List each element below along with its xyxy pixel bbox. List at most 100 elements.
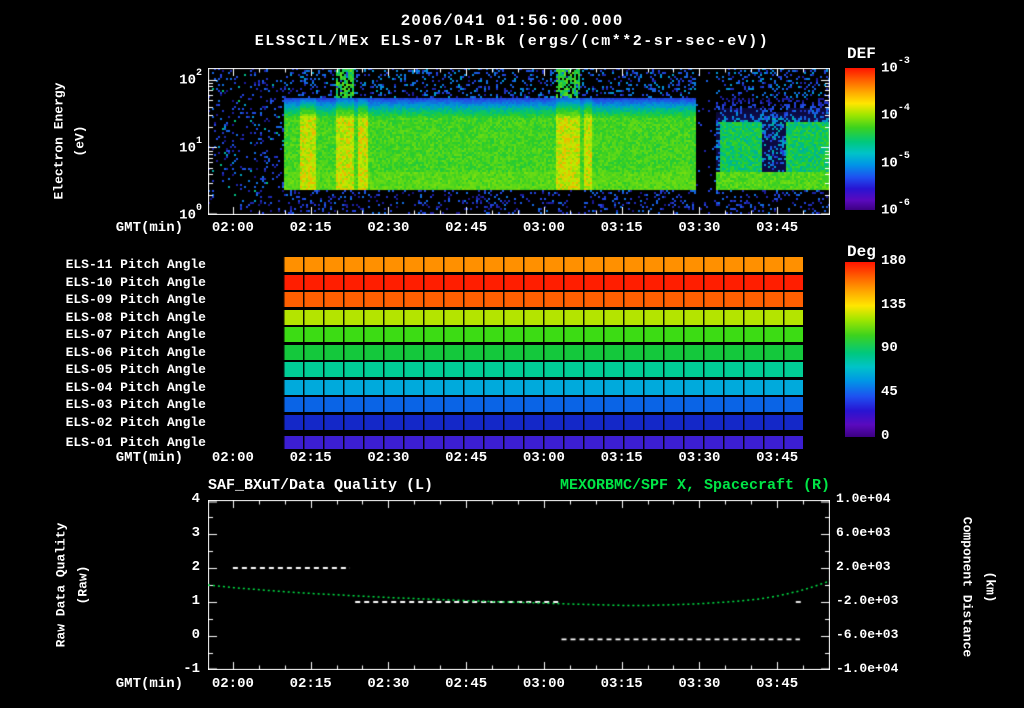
time-tick-label: 03:30 [678, 220, 721, 236]
deg-colorbar-tick: 180 [881, 253, 907, 269]
time-tick-label: 02:00 [211, 450, 254, 466]
pitch-row-bar [283, 379, 804, 395]
deg-colorbar [845, 262, 875, 437]
time-tick-label: 03:00 [522, 450, 565, 466]
time-tick-label: 02:45 [445, 220, 488, 236]
page-title: 2006/041 01:56:00.000 [400, 12, 624, 30]
pitch-row-bar [283, 274, 804, 290]
time-tick-label: 03:00 [522, 676, 565, 692]
time-tick-label: 02:45 [445, 676, 488, 692]
bottom-title-right: MEXORBMC/SPF X, Spacecraft (R) [559, 477, 830, 494]
pitch-row-bar [283, 435, 804, 449]
energy-tick: 102 [150, 68, 202, 89]
tick-exp: 0 [195, 203, 202, 214]
els-quicklook-page: 2006/041 01:56:00.000 ELSSCIL/MEx ELS-07… [0, 0, 1024, 708]
time-tick-label: 03:45 [756, 220, 799, 236]
pitch-row-bar [283, 292, 804, 307]
pitch-row-bar [283, 257, 804, 272]
def-colorbar-title: DEF [847, 45, 876, 63]
time-tick-label: 02:00 [211, 220, 254, 236]
tick-base: 10 [179, 72, 196, 89]
tick-base: 10 [179, 140, 196, 157]
tick-exp: -4 [897, 103, 910, 114]
gmt-label-bottom: GMT(min) [115, 676, 183, 692]
energy-axis-label: Electron Energy [51, 82, 67, 200]
time-axis-bottom: 02:00 02:15 02:30 02:45 03:00 03:15 03:30 03:45 [208, 676, 830, 692]
quality-axis-label: Raw Data Quality [53, 522, 69, 648]
tick-exp: 1 [195, 136, 202, 147]
spectrogram-canvas [208, 68, 830, 215]
quality-axis-units: (Raw) [75, 565, 91, 605]
pitch-row-label: ELS-01 Pitch Angle [65, 434, 206, 450]
tick-base: 10 [881, 202, 898, 219]
pitch-row-bar [283, 362, 804, 377]
deg-colorbar-tick: 45 [881, 384, 898, 400]
deg-colorbar-title: Deg [847, 243, 876, 261]
quality-tick: 2 [191, 559, 200, 575]
quality-tick: 1 [191, 593, 200, 609]
time-tick-label: 02:30 [367, 450, 410, 466]
time-tick-label: 02:30 [367, 220, 410, 236]
time-tick-label: 02:45 [445, 450, 488, 466]
pitch-row-label: ELS-04 Pitch Angle [65, 379, 206, 395]
deg-colorbar-tick: 90 [881, 340, 898, 356]
tick-base: 10 [881, 155, 898, 172]
pitch-row-label: ELS-11 Pitch Angle [65, 257, 206, 272]
distance-tick: -2.0e+03 [836, 593, 899, 608]
def-colorbar-tick: 10-4 [881, 103, 910, 124]
distance-tick: 2.0e+03 [836, 559, 891, 574]
pitch-row-label: ELS-08 Pitch Angle [65, 309, 206, 325]
tick-exp: 2 [195, 68, 202, 79]
quality-tick: 3 [191, 525, 200, 541]
pitch-row-bar [283, 327, 804, 342]
time-tick-label: 03:15 [600, 676, 643, 692]
deg-colorbar-tick: 0 [881, 428, 890, 444]
tick-base: 10 [881, 60, 898, 77]
quality-tick: 0 [191, 627, 200, 643]
pitch-row-label: ELS-02 Pitch Angle [65, 414, 206, 430]
time-tick-label: 02:30 [367, 676, 410, 692]
distance-tick: -6.0e+03 [836, 627, 899, 642]
pitch-row-bar [283, 414, 804, 430]
pitch-row-bar [283, 309, 804, 325]
pitch-row-label: ELS-07 Pitch Angle [65, 327, 206, 342]
time-tick-label: 03:00 [522, 220, 565, 236]
def-colorbar-tick: 10-3 [881, 56, 910, 77]
pitch-row-label: ELS-06 Pitch Angle [65, 344, 206, 360]
pitch-row-label: ELS-05 Pitch Angle [65, 362, 206, 377]
distance-tick: -1.0e+04 [836, 661, 899, 676]
def-colorbar [845, 68, 875, 210]
time-axis-spectrogram: 02:00 02:15 02:30 02:45 03:00 03:15 03:30 03:45 [208, 220, 830, 236]
time-tick-label: 03:30 [678, 450, 721, 466]
distance-tick: 6.0e+03 [836, 525, 891, 540]
energy-tick: 101 [150, 136, 202, 157]
pitch-row-bar [283, 344, 804, 360]
quality-tick: 4 [191, 491, 200, 507]
time-tick-label: 02:00 [211, 676, 254, 692]
time-tick-label: 02:15 [289, 220, 332, 236]
pitch-row-label: ELS-03 Pitch Angle [65, 397, 206, 412]
time-tick-label: 02:15 [289, 676, 332, 692]
energy-axis-units: (eV) [72, 125, 88, 157]
def-colorbar-tick: 10-5 [881, 151, 910, 172]
tick-exp: -5 [897, 151, 910, 162]
pitch-row-label: ELS-10 Pitch Angle [65, 274, 206, 290]
time-tick-label: 03:15 [600, 220, 643, 236]
pitch-row-label: ELS-09 Pitch Angle [65, 292, 206, 307]
tick-base: 10 [881, 107, 898, 124]
time-tick-label: 03:45 [756, 450, 799, 466]
gmt-label-top: GMT(min) [115, 220, 183, 236]
time-tick-label: 03:30 [678, 676, 721, 692]
time-tick-label: 03:15 [600, 450, 643, 466]
tick-exp: -3 [897, 56, 910, 67]
pitch-row-bar [283, 397, 804, 412]
line-plot-canvas [208, 500, 830, 670]
distance-axis-label: Component Distance [959, 516, 975, 658]
distance-tick: 1.0e+04 [836, 491, 891, 506]
def-colorbar-tick: 10-6 [881, 198, 910, 219]
deg-colorbar-tick: 135 [881, 297, 907, 313]
time-tick-label: 02:15 [289, 450, 332, 466]
distance-axis-units: (km) [982, 571, 998, 603]
quality-tick: -1 [183, 661, 200, 677]
tick-exp: -6 [897, 198, 910, 209]
